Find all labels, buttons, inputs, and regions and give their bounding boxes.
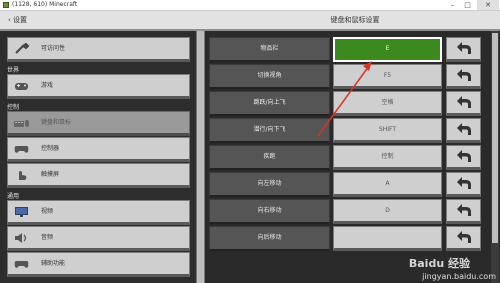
sidebar-item-keyboard-mouse[interactable]: 键盘和鼠标: [7, 111, 190, 136]
sidebar-item-controller[interactable]: 控制器: [7, 137, 190, 162]
sidebar-item-game[interactable]: 游戏: [7, 74, 190, 99]
sidebar-item-label: 键盘和鼠标: [41, 119, 72, 126]
gamepad-icon: [15, 83, 28, 90]
sidebar-item-touch[interactable]: 触摸屏: [7, 163, 190, 188]
reset-binding-button[interactable]: [446, 37, 481, 62]
keybinding-row: 物品栏 E: [205, 37, 500, 62]
key-binding-button[interactable]: [333, 226, 442, 251]
sidebar-item-accessibility[interactable]: 可访问性: [7, 37, 190, 62]
reset-binding-button[interactable]: [446, 145, 481, 170]
maximize-button[interactable]: □: [461, 0, 474, 10]
watermark-url: jingyan.baidu.com: [422, 272, 496, 281]
controller-icon: [14, 146, 29, 153]
reset-binding-button[interactable]: [446, 118, 481, 143]
action-label: 切换视角: [209, 64, 330, 89]
undo-arrow-icon: [457, 69, 471, 81]
undo-arrow-icon: [457, 150, 471, 162]
close-button[interactable]: ✕: [477, 0, 499, 10]
key-binding-button[interactable]: D: [333, 199, 442, 224]
touch-hand-icon: [19, 171, 27, 180]
speaker-icon: [15, 233, 27, 243]
action-label: 向后移动: [209, 226, 330, 251]
keybinding-list: 物品栏 E 切换视角 F5 跳跃/向上飞 空格 潜行/向下飞 SHIFT 疾跑 …: [205, 31, 500, 283]
back-button[interactable]: ‹ 设置: [2, 13, 33, 28]
reset-binding-button[interactable]: [446, 172, 481, 197]
panel-divider[interactable]: [196, 31, 205, 283]
key-binding-button[interactable]: A: [333, 172, 442, 197]
section-label-general: 通用: [7, 193, 20, 200]
sidebar-item-label: 游戏: [41, 82, 54, 89]
key-binding-button[interactable]: 控制: [333, 145, 442, 170]
settings-sidebar: 可访问性 世界 游戏 控制 键盘和鼠标 控制器 触摸屏 通用 视频 音频 辅助功…: [0, 31, 196, 283]
key-binding-button[interactable]: E: [333, 37, 442, 62]
keyboard-mouse-icon: [14, 120, 29, 127]
minecraft-app-icon: [3, 2, 9, 8]
minimize-button[interactable]: –: [446, 0, 459, 10]
action-label: 潜行/向下飞: [209, 118, 330, 143]
undo-arrow-icon: [457, 42, 471, 54]
controller-icon: [14, 261, 29, 268]
window-title: (1128, 610) Minecraft: [12, 1, 78, 8]
sidebar-item-label: 控制器: [41, 145, 60, 152]
action-label: 向左移动: [209, 172, 330, 197]
settings-header: ‹ 设置 键盘和鼠标设置: [0, 11, 500, 31]
keybinding-row: 向右移动 D: [205, 199, 500, 224]
reset-binding-button[interactable]: [446, 91, 481, 116]
window-titlebar: (1128, 610) Minecraft – □ ✕: [0, 0, 500, 11]
reset-binding-button[interactable]: [446, 226, 481, 251]
undo-arrow-icon: [457, 177, 471, 189]
key-binding-button[interactable]: SHIFT: [333, 118, 442, 143]
sidebar-item-audio[interactable]: 音频: [7, 226, 190, 251]
page-title: 键盘和鼠标设置: [330, 16, 380, 24]
keybinding-scrollbar[interactable]: [491, 31, 499, 283]
sidebar-item-label: 视频: [41, 208, 54, 215]
section-label-world: 世界: [7, 67, 20, 74]
sidebar-item-label: 触摸屏: [41, 171, 60, 178]
reset-binding-button[interactable]: [446, 199, 481, 224]
monitor-icon: [15, 207, 28, 217]
action-label: 向右移动: [209, 199, 330, 224]
back-button-label: 设置: [13, 16, 28, 24]
undo-arrow-icon: [457, 231, 471, 243]
keybinding-row: 向后移动: [205, 226, 500, 251]
keybinding-row: 潜行/向下飞 SHIFT: [205, 118, 500, 143]
sidebar-item-label: 音频: [41, 234, 54, 241]
action-label: 物品栏: [209, 37, 330, 62]
sidebar-item-label: 辅助功能: [41, 260, 66, 267]
sidebar-item-label: 可访问性: [41, 45, 66, 52]
action-label: 跳跃/向上飞: [209, 91, 330, 116]
undo-arrow-icon: [457, 204, 471, 216]
sidebar-item-video[interactable]: 视频: [7, 200, 190, 225]
keybinding-row: 向左移动 A: [205, 172, 500, 197]
key-binding-button[interactable]: 空格: [333, 91, 442, 116]
reset-binding-button[interactable]: [446, 64, 481, 89]
watermark-logo: Baidu 经验: [408, 257, 470, 270]
keybinding-row: 疾跑 控制: [205, 145, 500, 170]
key-binding-button[interactable]: F5: [333, 64, 442, 89]
section-label-controls: 控制: [7, 104, 20, 111]
keybinding-row: 跳跃/向上飞 空格: [205, 91, 500, 116]
wrench-icon: [15, 43, 29, 54]
action-label: 疾跑: [209, 145, 330, 170]
keybinding-row: 切换视角 F5: [205, 64, 500, 89]
undo-arrow-icon: [457, 123, 471, 135]
undo-arrow-icon: [457, 96, 471, 108]
sidebar-item-assist[interactable]: 辅助功能: [7, 252, 190, 277]
scrollbar-thumb[interactable]: [492, 33, 498, 243]
